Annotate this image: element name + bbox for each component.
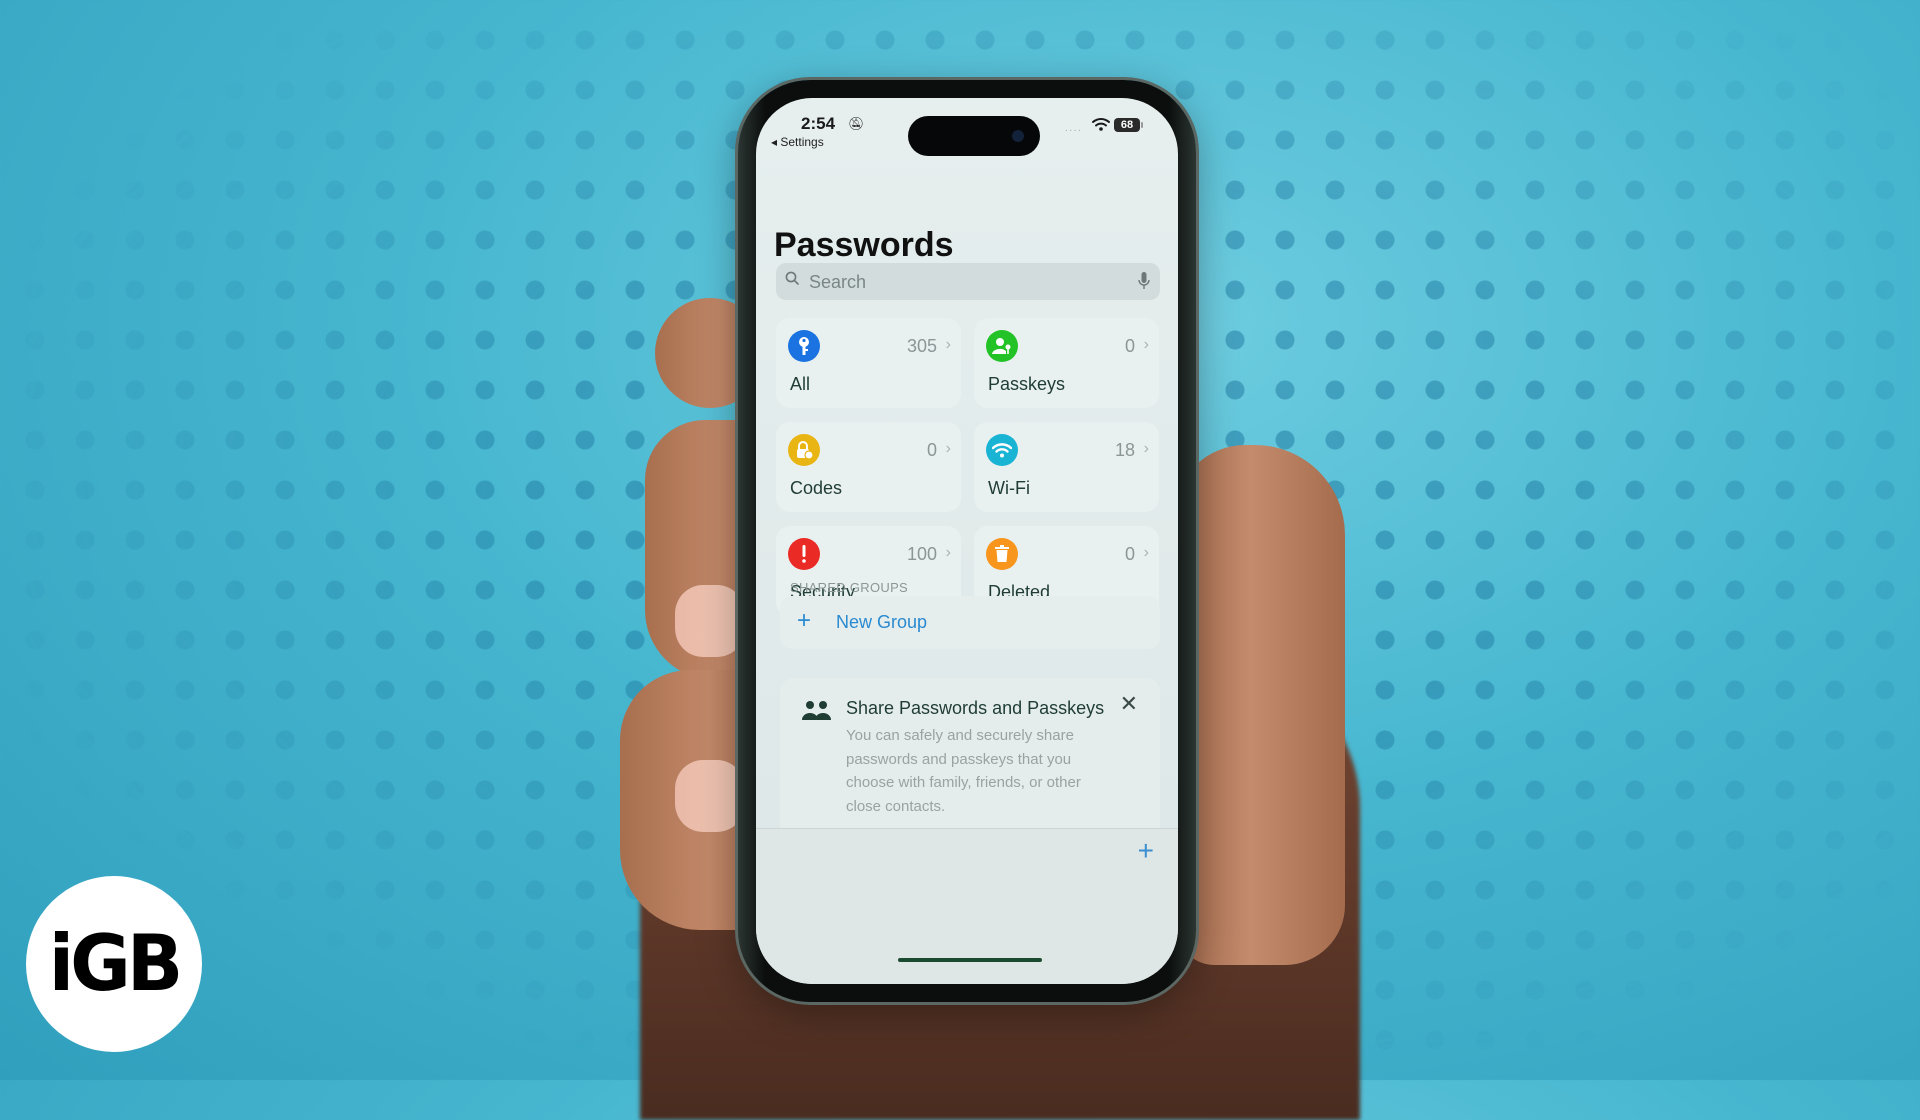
tile-label: Codes — [790, 478, 843, 498]
tile-count: 0 — [926, 440, 937, 460]
thumb — [1175, 445, 1345, 965]
lock-clock-icon — [788, 434, 820, 466]
wifi-icon — [986, 434, 1018, 466]
category-tile-all[interactable]: 305 › All — [776, 318, 961, 408]
home-indicator[interactable] — [898, 958, 1042, 962]
chevron-right-icon: › — [945, 336, 951, 353]
chevron-right-icon: › — [945, 440, 951, 457]
share-passwords-card: Share Passwords and Passkeys ✕ You can s… — [780, 678, 1160, 828]
battery-indicator: 68 — [1114, 118, 1143, 132]
chevron-right-icon: › — [945, 544, 951, 561]
fingernail — [675, 760, 745, 832]
chevron-right-icon: › — [1143, 544, 1149, 561]
status-time: 2:54 — [801, 114, 836, 133]
tile-count: 0 — [1124, 544, 1135, 564]
wifi-status-icon — [1092, 118, 1110, 131]
phone-screen: 2:54 🔕︎ ◂ Settings ···· 68 Passwords Sea… — [756, 98, 1178, 984]
key-icon — [788, 330, 820, 362]
person-key-icon — [986, 330, 1018, 362]
search-icon — [785, 271, 799, 285]
category-tile-wifi[interactable]: 18 › Wi-Fi — [974, 422, 1159, 512]
add-password-button[interactable]: + — [1138, 835, 1154, 867]
cellular-signal-icon: ···· — [1064, 125, 1082, 136]
search-placeholder: Search — [809, 272, 867, 292]
share-card-title: Share Passwords and Passkeys — [846, 698, 1105, 718]
tile-count: 18 — [1114, 440, 1135, 460]
tile-count: 100 — [906, 544, 937, 564]
new-group-button[interactable]: + New Group — [780, 596, 1160, 649]
dynamic-island — [908, 116, 1040, 156]
tile-label: Passkeys — [988, 374, 1066, 394]
tile-count: 0 — [1124, 336, 1135, 356]
tile-label: All — [790, 374, 811, 394]
tile-label: Wi-Fi — [988, 478, 1030, 498]
chevron-right-icon: › — [1143, 440, 1149, 457]
page-title: Passwords — [774, 226, 954, 264]
close-icon[interactable]: ✕ — [1120, 691, 1138, 717]
plus-icon: + — [797, 607, 812, 634]
chevron-right-icon: › — [1143, 336, 1149, 353]
category-tile-codes[interactable]: 0 › Codes — [776, 422, 961, 512]
new-group-label: New Group — [836, 612, 928, 632]
search-input[interactable]: Search — [776, 263, 1160, 300]
igb-logo: iGB — [26, 876, 202, 1052]
back-to-settings-link[interactable]: ◂ Settings — [771, 135, 824, 149]
tile-count: 305 — [906, 336, 937, 356]
trash-icon — [986, 538, 1018, 570]
iphone: 2:54 🔕︎ ◂ Settings ···· 68 Passwords Sea… — [738, 80, 1196, 1002]
microphone-icon[interactable] — [1138, 271, 1150, 291]
people-icon — [802, 701, 831, 720]
share-card-body: You can safely and securely share passwo… — [846, 727, 1081, 815]
section-header-shared-groups: SHARED GROUPS — [790, 580, 909, 595]
bell-slash-icon: 🔕︎ — [848, 116, 865, 131]
fingernail — [675, 585, 745, 657]
category-tile-passkeys[interactable]: 0 › Passkeys — [974, 318, 1159, 408]
exclamation-icon — [788, 538, 820, 570]
logo-text: iGB — [48, 918, 184, 1010]
